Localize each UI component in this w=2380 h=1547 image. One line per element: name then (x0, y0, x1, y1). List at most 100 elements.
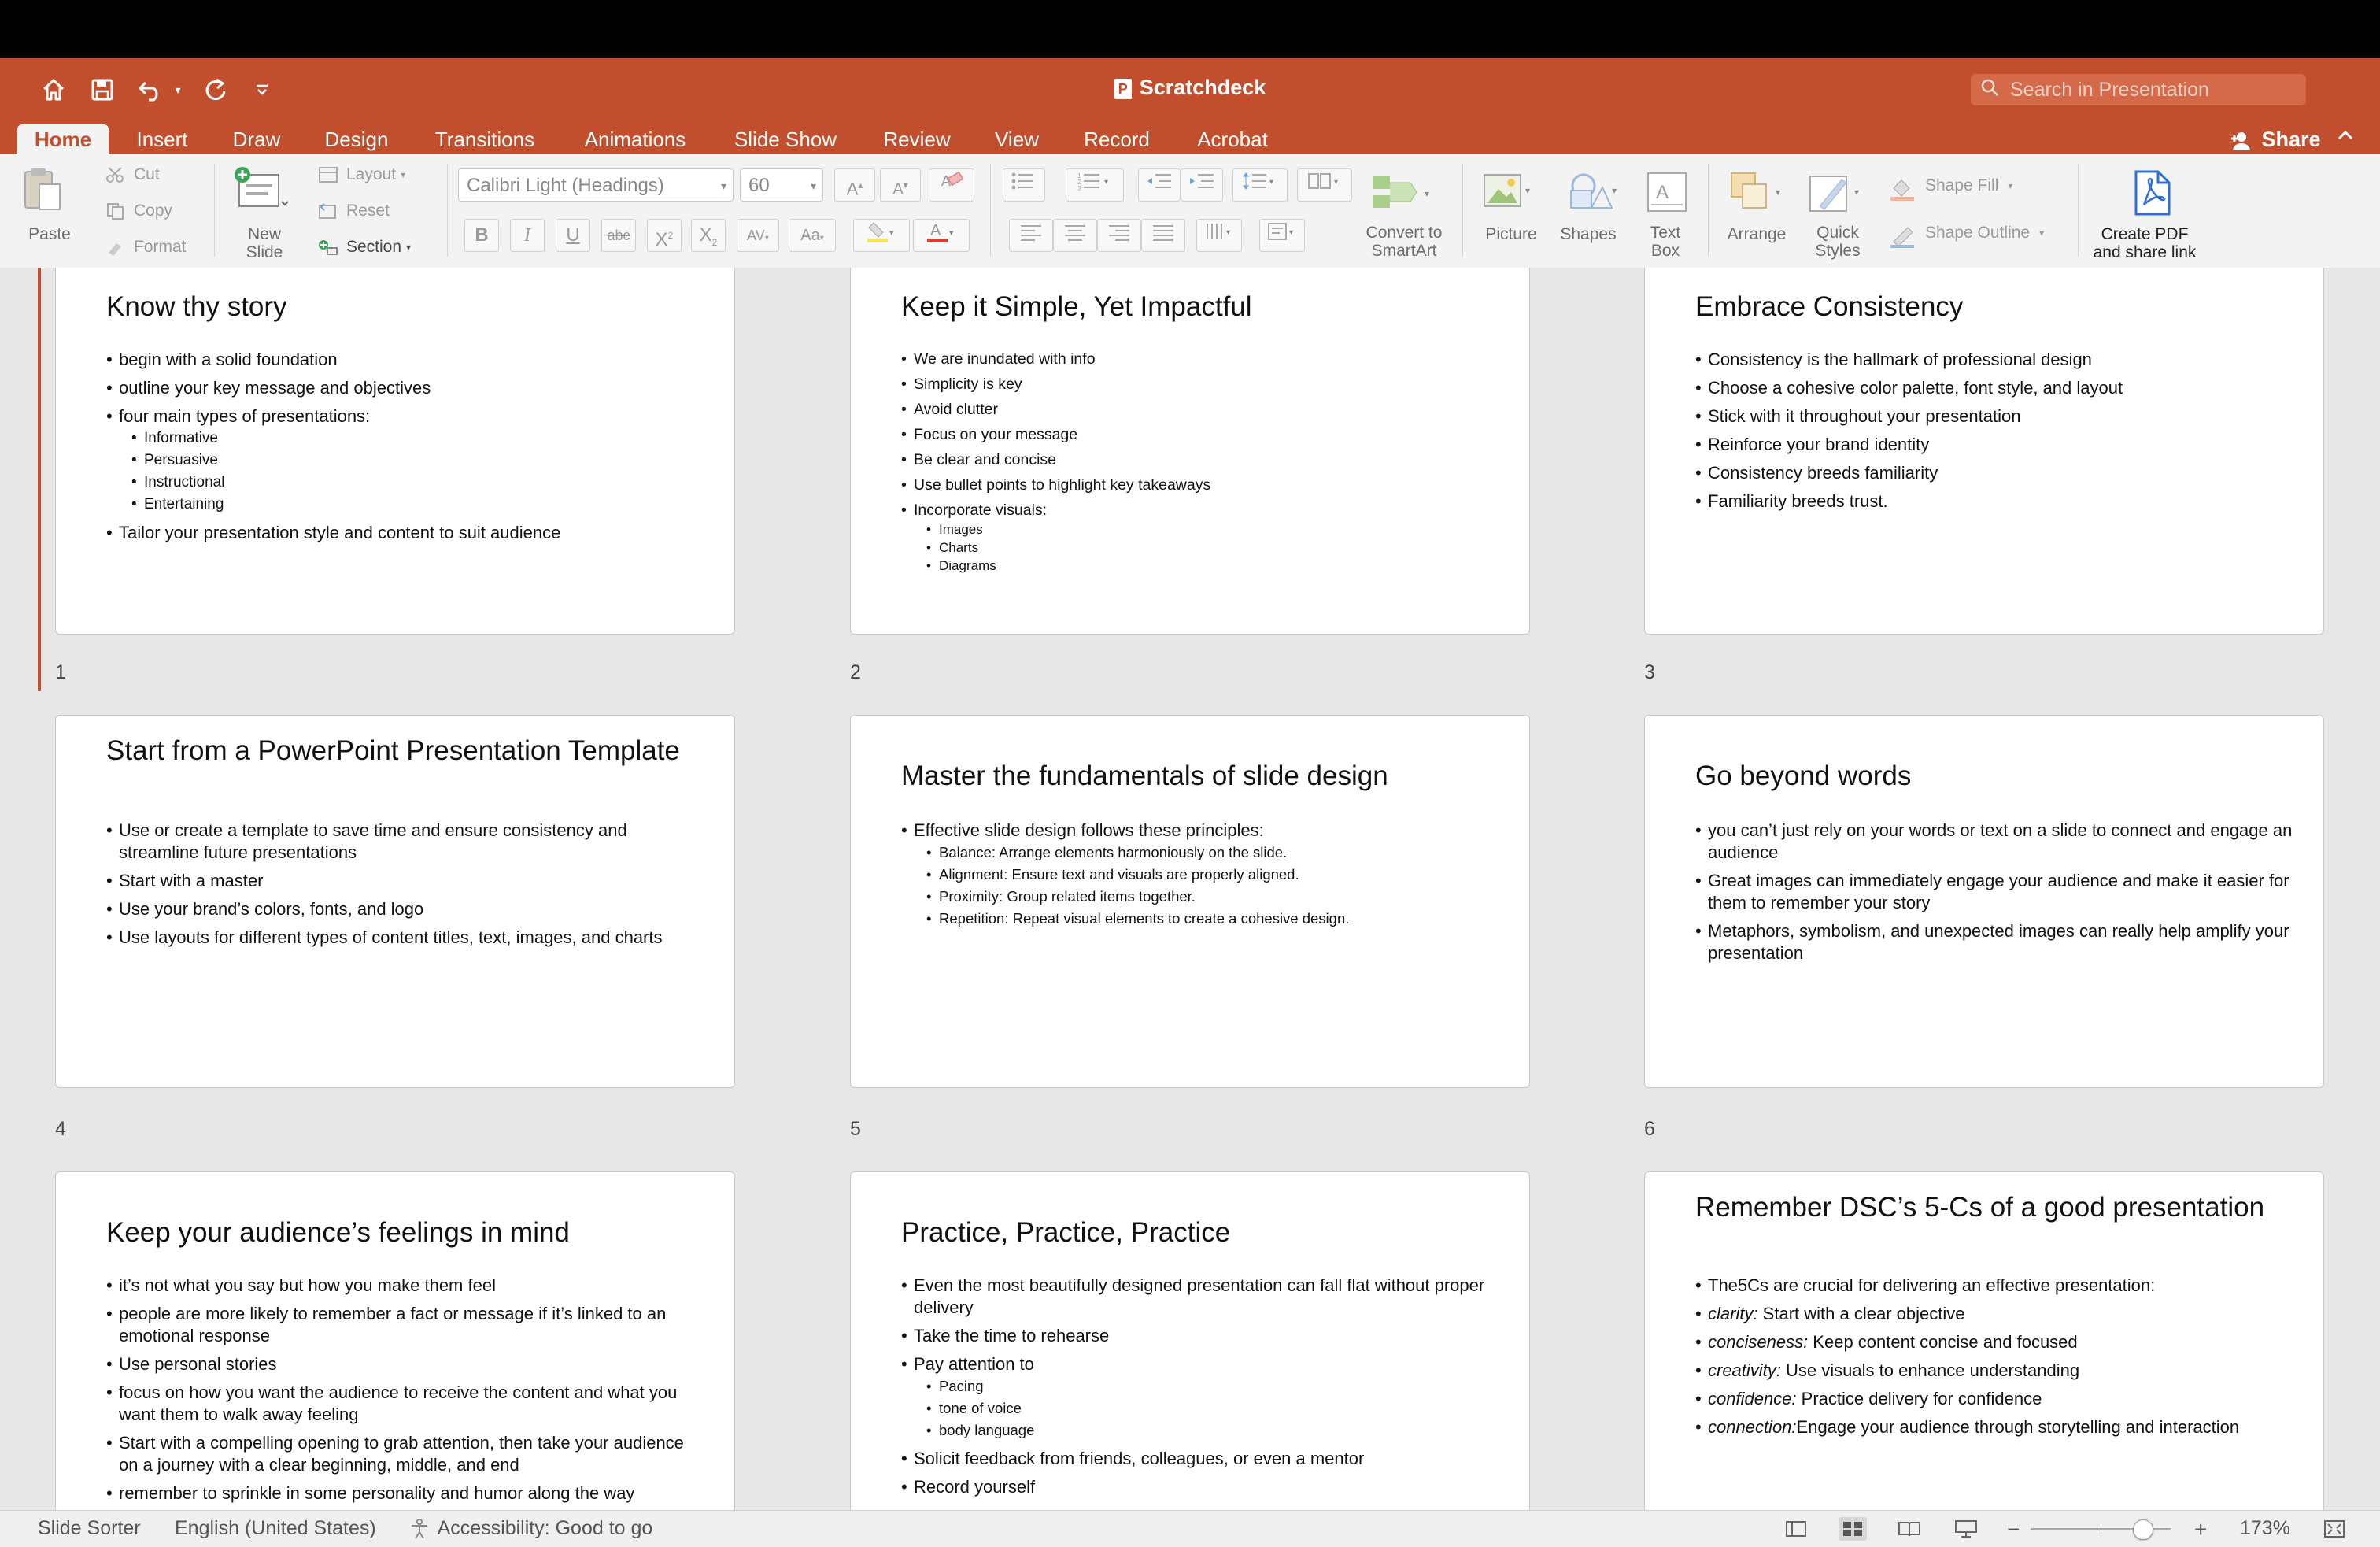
bullet-text: outline your key message and objectives (119, 378, 431, 398)
bold-button[interactable]: B (464, 219, 499, 252)
create-pdf-label[interactable]: Create PDF and share link (2082, 225, 2207, 261)
cut-button[interactable]: Cut (105, 165, 160, 184)
slide-sorter-canvas[interactable]: Know thy story begin with a solid foundat… (0, 268, 2380, 1510)
slide-thumbnail[interactable]: Embrace Consistency Consistency is the ha… (1644, 268, 2324, 635)
font-color-button[interactable]: A ▾ (913, 219, 970, 252)
font-size-dropdown[interactable]: 60 ▾ (740, 168, 823, 202)
align-center-button[interactable] (1053, 219, 1097, 252)
convert-smartart-label[interactable]: Convert to SmartArt (1351, 224, 1458, 260)
tab-view[interactable]: View (985, 124, 1048, 154)
quick-styles-label[interactable]: Quick Styles (1802, 224, 1873, 260)
bullets-button[interactable] (1003, 168, 1045, 202)
highlight-color-button[interactable]: ▾ (853, 219, 910, 252)
picture-icon[interactable]: ▾ (1481, 170, 1536, 218)
collapse-ribbon-icon[interactable] (2336, 126, 2355, 150)
slide-bullet: connection:Engage your audience through … (1695, 1416, 2293, 1438)
format-painter-icon (105, 239, 126, 256)
change-case-button[interactable]: Aa▾ (789, 219, 836, 252)
tab-record[interactable]: Record (1075, 124, 1159, 154)
slide-bullet: tone of voice (926, 1397, 1499, 1419)
slide-thumbnail[interactable]: Go beyond words you can’t just rely on yo… (1644, 715, 2324, 1088)
shape-outline-button[interactable]: Shape Outline ▾ (1889, 224, 2044, 248)
quick-styles-icon[interactable]: ▾ (1807, 168, 1867, 220)
section-button[interactable]: Section ▾ (318, 238, 411, 257)
paste-icon[interactable] (20, 165, 65, 217)
slide-thumbnail[interactable]: Keep your audience’s feelings in mind it’… (55, 1171, 735, 1510)
text-direction-button[interactable]: ▾ (1196, 219, 1242, 252)
slide-show-view-icon[interactable] (1952, 1517, 1980, 1541)
slide-thumbnail[interactable]: Keep it Simple, Yet Impactful We are inun… (850, 268, 1530, 635)
format-painter-button[interactable]: Format (105, 238, 187, 257)
reading-view-icon[interactable] (1895, 1517, 1924, 1541)
slide-bullet: focus on how you want the audience to re… (106, 1382, 704, 1426)
slide-body: The5Cs are crucial for delivering an eff… (1695, 1275, 2293, 1438)
shape-fill-button[interactable]: Shape Fill ▾ (1889, 176, 2012, 201)
tab-slide-show[interactable]: Slide Show (722, 124, 848, 154)
slide-title: Go beyond words (1695, 761, 1912, 791)
language-button[interactable]: English (United States) (175, 1517, 376, 1540)
shapes-icon[interactable]: ▾ (1560, 170, 1621, 218)
strikethrough-button[interactable]: abc (601, 219, 636, 252)
font-name-dropdown[interactable]: Calibri Light (Headings) ▾ (458, 168, 734, 202)
slide-bullet: Start with a master (106, 870, 704, 892)
new-slide-icon[interactable] (233, 167, 289, 218)
convert-smartart-icon[interactable]: ▾ (1369, 170, 1436, 218)
numbering-button[interactable]: 1 2 3 ▾ (1066, 168, 1124, 202)
superscript-button[interactable]: X2 (647, 219, 682, 252)
tab-transitions[interactable]: Transitions (422, 124, 548, 154)
clear-formatting-icon[interactable]: A (929, 168, 974, 202)
slide-bullet: four main types of presentations: (106, 405, 704, 427)
fit-to-window-icon[interactable] (2320, 1517, 2349, 1541)
slide-thumbnail[interactable]: Practice, Practice, Practice Even the mos… (850, 1171, 1530, 1510)
tab-insert[interactable]: Insert (124, 124, 200, 154)
text-box-icon[interactable]: A (1645, 170, 1689, 218)
align-right-button[interactable] (1097, 219, 1141, 252)
slide-bullet: Balance: Arrange elements harmoniously o… (926, 842, 1499, 864)
scissors-icon (105, 166, 126, 183)
tab-animations[interactable]: Animations (568, 124, 702, 154)
accessibility-button[interactable]: Accessibility: Good to go (409, 1517, 652, 1540)
decrease-indent-button[interactable] (1138, 168, 1181, 202)
zoom-out-button[interactable]: − (2007, 1517, 2020, 1542)
columns-button[interactable]: ▾ (1297, 168, 1352, 202)
text-box-label[interactable]: Text Box (1635, 224, 1695, 260)
tab-design[interactable]: Design (315, 124, 398, 154)
share-button[interactable]: Share (2229, 124, 2321, 154)
reset-button[interactable]: Reset (318, 202, 390, 220)
acrobat-pdf-icon[interactable] (2130, 168, 2174, 221)
decrease-font-size-icon[interactable]: A▾ (880, 168, 921, 202)
underline-button[interactable]: U (556, 219, 590, 252)
search-input[interactable]: Search in Presentation (1971, 74, 2306, 105)
slide-thumbnail[interactable]: Remember DSC’s 5-Cs of a good presentati… (1644, 1171, 2324, 1510)
bullet-text: remember to sprinkle in some personality… (119, 1483, 635, 1503)
normal-view-icon[interactable] (1782, 1517, 1810, 1541)
tab-draw[interactable]: Draw (224, 124, 290, 154)
slide-thumbnail[interactable]: Master the fundamentals of slide design E… (850, 715, 1530, 1088)
layout-button[interactable]: Layout ▾ (318, 165, 405, 184)
slide-sorter-view-icon[interactable] (1839, 1517, 1867, 1541)
character-spacing-button[interactable]: AV▾ (737, 219, 779, 252)
new-slide-label[interactable]: New Slide (233, 225, 296, 261)
subscript-button[interactable]: X2 (691, 219, 726, 252)
increase-font-size-icon[interactable]: A▴ (834, 168, 875, 202)
svg-text:▾: ▾ (1289, 228, 1293, 237)
italic-button[interactable]: I (510, 219, 545, 252)
zoom-in-button[interactable]: + (2194, 1517, 2207, 1542)
copy-button[interactable]: Copy (105, 202, 172, 220)
justify-button[interactable] (1141, 219, 1185, 252)
tab-review[interactable]: Review (878, 124, 955, 154)
slide-thumbnail[interactable]: Know thy story begin with a solid foundat… (55, 268, 735, 635)
zoom-slider[interactable] (2031, 1519, 2171, 1540)
font-size-value: 60 (748, 175, 770, 196)
align-text-button[interactable]: ▾ (1259, 219, 1305, 252)
line-spacing-button[interactable]: ▾ (1232, 168, 1288, 202)
bullet-text: tone of voice (939, 1400, 1022, 1416)
tab-acrobat[interactable]: Acrobat (1187, 124, 1278, 154)
slide-thumbnail[interactable]: Start from a PowerPoint Presentation Tem… (55, 715, 735, 1088)
zoom-level[interactable]: 173% (2240, 1517, 2290, 1540)
increase-indent-button[interactable] (1181, 168, 1223, 202)
zoom-slider-thumb[interactable] (2133, 1519, 2154, 1540)
tab-home[interactable]: Home (17, 124, 109, 154)
arrange-icon[interactable]: ▾ (1728, 170, 1788, 218)
align-left-button[interactable] (1009, 219, 1053, 252)
